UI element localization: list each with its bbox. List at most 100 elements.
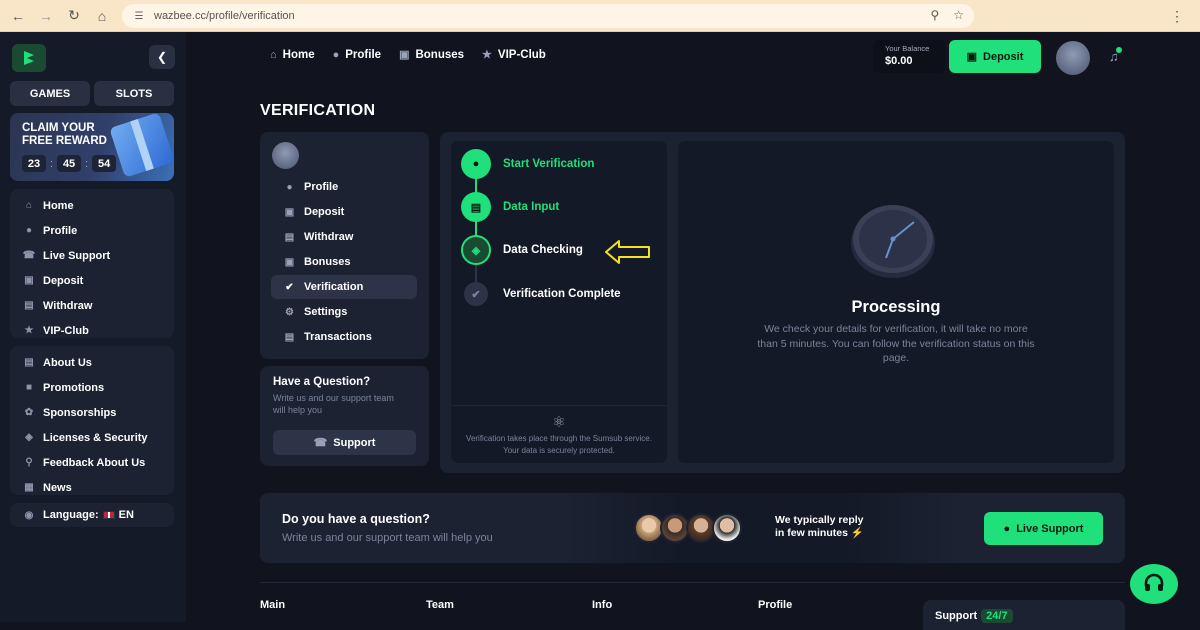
main-content: ⌂ Home ● Profile ▣ Bonuses ★ VIP-Club Your B… bbox=[186, 32, 1200, 630]
withdraw-icon: ▤ bbox=[24, 300, 34, 311]
sidebar-item-news[interactable]: ▦ News bbox=[10, 475, 174, 500]
verified-check-icon: ✔ bbox=[285, 281, 294, 293]
headset-icon bbox=[1144, 573, 1164, 591]
slots-button[interactable]: SLOTS bbox=[94, 81, 174, 106]
footer-divider bbox=[260, 582, 1125, 583]
user-icon: ● bbox=[332, 48, 340, 61]
address-bar[interactable]: ☰ wazbee.cc/profile/verification ⚲ ☆ bbox=[122, 4, 974, 28]
wallet-icon: ▣ bbox=[284, 206, 295, 218]
processing-panel: Processing We check your details for ver… bbox=[678, 141, 1114, 463]
verification-card: ● Start Verification ▤ Data Input ◈ Data… bbox=[440, 132, 1125, 473]
top-nav-profile[interactable]: ● Profile bbox=[333, 48, 381, 61]
notifications-bell-icon[interactable]: ♫ bbox=[1109, 47, 1122, 64]
collapse-sidebar-button[interactable]: ❮ bbox=[149, 45, 175, 69]
sumsub-note: ⚛ Verification takes place through the S… bbox=[451, 413, 667, 457]
reply-line-2-row: in few minutes ⚡ bbox=[775, 527, 864, 540]
free-reward-promo[interactable]: CLAIM YOUR FREE REWARD 23: 45: 54 bbox=[10, 113, 174, 181]
sidebar-item-profile[interactable]: ● Profile bbox=[10, 218, 174, 243]
sidebar-item-withdraw[interactable]: ▤ Withdraw bbox=[10, 293, 174, 318]
timer-hours: 23 bbox=[22, 155, 46, 172]
site-logo[interactable] bbox=[12, 44, 46, 72]
gift-icon: ▣ bbox=[399, 49, 410, 61]
top-nav-bonuses[interactable]: ▣ Bonuses bbox=[399, 48, 464, 62]
support-agents bbox=[634, 513, 742, 543]
sidebar-item-feedback[interactable]: ⚲ Feedback About Us bbox=[10, 450, 174, 475]
profile-menu-profile[interactable]: ● Profile bbox=[271, 175, 417, 199]
sidebar-item-vip-club[interactable]: ★ VIP-Club bbox=[10, 318, 174, 343]
check-icon: ✔ bbox=[464, 282, 488, 306]
banner-text: Write us and our support team will help … bbox=[282, 532, 493, 544]
sidebar-item-live-support[interactable]: ☎ Live Support bbox=[10, 243, 174, 268]
chat-icon: ● bbox=[1003, 522, 1011, 535]
profile-menu-settings[interactable]: ⚙ Settings bbox=[271, 300, 417, 324]
user-avatar[interactable] bbox=[1056, 41, 1090, 75]
user-icon: ● bbox=[25, 225, 33, 236]
zoom-icon[interactable]: ⚲ bbox=[930, 8, 939, 22]
question-text: Write us and our support team will help … bbox=[273, 393, 394, 415]
profile-menu-deposit[interactable]: ▣ Deposit bbox=[271, 200, 417, 224]
verification-steps: ● Start Verification ▤ Data Input ◈ Data… bbox=[451, 141, 667, 463]
profile-avatar bbox=[272, 142, 299, 169]
language-selector[interactable]: ◉ Language: EN bbox=[10, 503, 174, 527]
news-icon: ▦ bbox=[24, 482, 34, 493]
browser-toolbar: ← → ↻ ⌂ ☰ wazbee.cc/profile/verification… bbox=[0, 0, 1200, 32]
support-button[interactable]: ☎ Support bbox=[273, 430, 416, 455]
sidebar-item-about-us[interactable]: ▤ About Us bbox=[10, 350, 174, 375]
headset-icon: ☎ bbox=[22, 250, 36, 261]
sidebar-item-home[interactable]: ⌂ Home bbox=[10, 193, 174, 218]
footer-col-team: Team bbox=[426, 599, 454, 611]
id-card-icon: ▤ bbox=[461, 192, 491, 222]
deposit-button[interactable]: ▣ Deposit bbox=[949, 40, 1041, 73]
clock-icon bbox=[851, 205, 935, 278]
sidebar-item-deposit[interactable]: ▣ Deposit bbox=[10, 268, 174, 293]
site-info-icon[interactable]: ☰ bbox=[130, 7, 148, 25]
live-support-button[interactable]: ● Live Support bbox=[984, 512, 1103, 545]
user-icon: ● bbox=[286, 181, 293, 193]
home-icon: ⌂ bbox=[270, 48, 277, 61]
balance-value: $0.00 bbox=[885, 55, 913, 67]
profile-menu-transactions[interactable]: ▤ Transactions bbox=[271, 325, 417, 349]
footer-support-card[interactable]: Support 24/7 bbox=[923, 600, 1125, 630]
uk-flag-icon bbox=[102, 511, 115, 519]
language-value: EN bbox=[118, 509, 134, 521]
sidebar-item-licenses[interactable]: ◈ Licenses & Security bbox=[10, 425, 174, 450]
timer-minutes: 45 bbox=[57, 155, 82, 172]
bookmark-star-icon[interactable]: ☆ bbox=[953, 8, 964, 22]
sidebar-item-promotions[interactable]: ■ Promotions bbox=[10, 375, 174, 400]
reload-icon[interactable]: ↻ bbox=[62, 4, 86, 28]
globe-icon: ◉ bbox=[24, 509, 34, 521]
reply-line-2: in few minutes bbox=[775, 527, 848, 539]
wallet-icon: ▣ bbox=[966, 51, 978, 63]
chat-fab-button[interactable] bbox=[1130, 564, 1178, 604]
games-button[interactable]: GAMES bbox=[10, 81, 90, 106]
profile-menu-verification[interactable]: ✔ Verification bbox=[271, 275, 417, 299]
reply-line-1: We typically reply bbox=[775, 514, 864, 526]
divider bbox=[451, 405, 667, 406]
top-nav-vip-club[interactable]: ★ VIP-Club bbox=[482, 48, 546, 62]
profile-menu-bonuses[interactable]: ▣ Bonuses bbox=[271, 250, 417, 274]
processing-text: We check your details for verification, … bbox=[757, 323, 1035, 364]
banner-title: Do you have a question? bbox=[282, 512, 430, 526]
home-icon[interactable]: ⌂ bbox=[90, 4, 114, 28]
feedback-icon: ⚲ bbox=[25, 457, 33, 468]
back-icon[interactable]: ← bbox=[6, 4, 30, 28]
top-nav-home[interactable]: ⌂ Home bbox=[270, 48, 315, 61]
main-nav: ⌂ Home ● Profile ☎ Live Support ▣ Deposit ▤ W… bbox=[10, 189, 174, 338]
transactions-icon: ▤ bbox=[284, 331, 295, 343]
lightning-icon: ⚡ bbox=[850, 527, 864, 539]
reply-time: We typically reply in few minutes ⚡ bbox=[775, 514, 864, 540]
profile-menu-withdraw[interactable]: ▤ Withdraw bbox=[271, 225, 417, 249]
forward-icon[interactable]: → bbox=[34, 4, 58, 28]
wallet-icon: ▣ bbox=[24, 275, 34, 286]
question-banner: Do you have a question? Write us and our… bbox=[260, 493, 1125, 563]
sidebar-item-sponsorships[interactable]: ✿ Sponsorships bbox=[10, 400, 174, 425]
sidebar: ❮ GAMES SLOTS CLAIM YOUR FREE REWARD 23:… bbox=[0, 32, 186, 622]
browser-menu-icon[interactable]: ⋮ bbox=[1170, 8, 1184, 25]
step-start-verification: ● Start Verification bbox=[461, 149, 594, 179]
language-label: Language: bbox=[43, 509, 99, 521]
footer-col-info: Info bbox=[592, 599, 613, 611]
promo-icon: ■ bbox=[25, 382, 33, 393]
footer-support-label: Support bbox=[935, 610, 978, 622]
withdraw-icon: ▤ bbox=[284, 231, 295, 243]
search-shield-icon: ◈ bbox=[461, 235, 491, 265]
